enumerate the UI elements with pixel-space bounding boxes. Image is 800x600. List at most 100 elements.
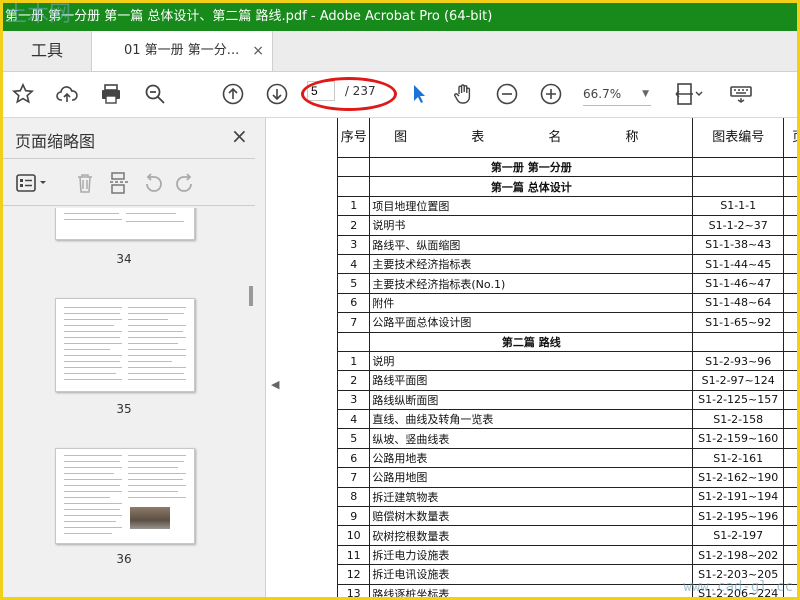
row-pages <box>783 176 797 197</box>
star-icon[interactable] <box>9 80 37 108</box>
thumbnail-page-number: 35 <box>116 402 132 416</box>
table-row: 3路线纵断面图S1-2-125~15733 <box>336 389 797 411</box>
table-row: 4直线、曲线及转角一览表S1-2-1581 <box>336 409 797 430</box>
row-number: 12 <box>336 564 371 585</box>
row-number: 8 <box>336 486 371 508</box>
row-name: 路线逐桩坐标表 <box>369 583 694 597</box>
table-row: 5纵坡、竖曲线表S1-2-159~1602 <box>336 428 797 449</box>
print-icon[interactable] <box>97 80 125 108</box>
tab-document[interactable]: 01 第一册 第一分... × <box>91 31 273 71</box>
zoom-out-icon[interactable] <box>493 80 521 108</box>
row-pages: 29 <box>783 467 797 488</box>
acrobat-window: 第一册 第一分册 第一篇 总体设计、第二篇 路线.pdf - Adobe Acr… <box>0 0 800 600</box>
row-pages <box>783 156 797 178</box>
row-name: 第二篇 路线 <box>369 331 694 352</box>
row-code: S1-2-195~196 <box>692 506 785 527</box>
panel-toolbar <box>3 158 255 206</box>
row-name: 公路用地图 <box>369 467 694 488</box>
keyboard-icon[interactable] <box>727 80 755 108</box>
row-name: 直线、曲线及转角一览表 <box>369 409 694 430</box>
row-name: 赔偿树木数量表 <box>369 506 694 527</box>
row-number: 5 <box>336 273 371 294</box>
table-row: 8拆迁建筑物表S1-2-191~1944 <box>336 486 797 508</box>
row-code: S1-1-46~47 <box>692 273 785 294</box>
row-name: 砍树挖根数量表 <box>369 525 694 546</box>
row-pages <box>783 331 797 352</box>
panel-scrollbar[interactable] <box>249 286 253 306</box>
tab-bar: 工具 01 第一册 第一分... × <box>3 31 797 72</box>
row-code: S1-1-38~43 <box>692 234 785 255</box>
tab-close-button[interactable]: × <box>252 31 264 71</box>
row-pages: 28 <box>783 312 797 333</box>
row-pages: 17 <box>783 292 797 314</box>
row-code: S1-1-1 <box>692 195 785 217</box>
fit-page-icon[interactable] <box>671 80 707 108</box>
page-down-icon[interactable] <box>263 80 291 108</box>
row-code: S1-2-158 <box>692 409 785 430</box>
row-number <box>336 176 371 197</box>
row-code: S1-1-48~64 <box>692 292 785 314</box>
thumbnail-page-34[interactable] <box>55 208 195 240</box>
row-name: 主要技术经济指标表(No.1) <box>369 273 694 294</box>
table-row: 9赔偿树木数量表S1-2-195~1962 <box>336 506 797 527</box>
row-number: 7 <box>336 312 371 333</box>
row-code: S1-2-97~124 <box>692 370 785 391</box>
row-code: S1-1-44~45 <box>692 253 785 275</box>
row-name: 说明书 <box>369 215 694 236</box>
close-icon[interactable]: × <box>231 124 248 148</box>
panel-title: 页面缩略图 <box>15 132 96 151</box>
row-name: 路线平面图 <box>369 370 694 391</box>
header-pages: 页数 <box>783 118 797 158</box>
rotate-right-icon[interactable] <box>173 171 197 195</box>
row-code <box>692 176 785 197</box>
tab-tools[interactable]: 工具 <box>3 31 91 71</box>
row-name: 拆迁建筑物表 <box>369 486 694 508</box>
rotate-left-icon[interactable] <box>141 171 165 195</box>
thumbnail-photo <box>130 507 170 529</box>
row-code: S1-1-65~92 <box>692 312 785 333</box>
row-code: S1-2-125~157 <box>692 389 785 411</box>
table-row: 3路线平、纵面缩图S1-1-38~436 <box>336 234 797 255</box>
hand-icon[interactable] <box>449 80 477 108</box>
row-number: 10 <box>336 525 371 546</box>
row-pages: 28 <box>783 370 797 391</box>
zoom-in-icon[interactable] <box>537 80 565 108</box>
table-row: 4主要技术经济指标表S1-1-44~452 <box>336 253 797 275</box>
collapse-panel-icon[interactable]: ◀ <box>271 378 279 391</box>
table-row: 10砍树挖根数量表S1-2-1971 <box>336 525 797 546</box>
table-row: 6附件S1-1-48~6417 <box>336 292 797 314</box>
row-number: 6 <box>336 292 371 314</box>
row-number: 4 <box>336 409 371 430</box>
row-code: S1-1-2~37 <box>692 215 785 236</box>
row-pages: 6 <box>783 234 797 255</box>
zoom-search-icon[interactable] <box>141 80 169 108</box>
site-watermark-bottom: www.cad-gl.cc <box>683 579 793 595</box>
row-pages: 36 <box>783 215 797 236</box>
tab-document-label: 01 第一册 第一分... <box>124 43 240 58</box>
trash-icon[interactable] <box>73 171 97 195</box>
table-header: 序号 图 表 名 称 图表编号 页数 <box>336 118 797 158</box>
row-pages: 1 <box>783 409 797 430</box>
header-number: 序号 <box>336 118 371 158</box>
row-name: 公路用地表 <box>369 447 694 469</box>
row-pages: 4 <box>783 350 797 372</box>
cloud-upload-icon[interactable] <box>53 80 81 108</box>
extract-pages-icon[interactable] <box>107 171 131 195</box>
row-number: 3 <box>336 234 371 255</box>
thumbnail-panel: 页面缩略图 × 34 35 36 <box>3 118 266 597</box>
row-number: 9 <box>336 506 371 527</box>
row-number: 1 <box>336 195 371 217</box>
row-number: 7 <box>336 467 371 488</box>
thumbnail-page-36[interactable] <box>55 448 195 544</box>
table-row: 5主要技术经济指标表(No.1)S1-1-46~472 <box>336 273 797 294</box>
row-name: 拆迁电力设施表 <box>369 544 694 566</box>
row-code: S1-2-197 <box>692 525 785 546</box>
select-cursor-icon[interactable] <box>405 80 433 108</box>
thumbnail-page-number: 34 <box>116 252 132 266</box>
options-menu-icon[interactable] <box>15 171 49 195</box>
chevron-down-icon: ▼ <box>642 89 649 99</box>
thumbnail-page-35[interactable] <box>55 298 195 392</box>
zoom-level-select[interactable]: 66.7% ▼ <box>583 83 651 106</box>
page-up-icon[interactable] <box>219 80 247 108</box>
zoom-level-value: 66.7% <box>583 87 622 101</box>
